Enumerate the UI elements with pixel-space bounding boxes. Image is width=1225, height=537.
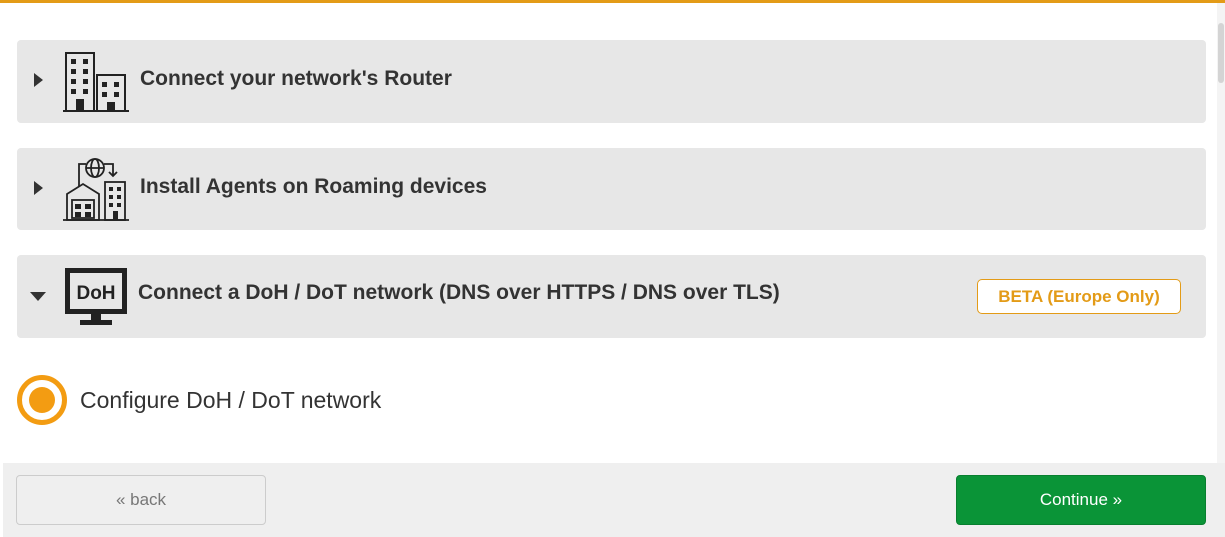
- section-roaming-agents[interactable]: Install Agents on Roaming devices: [17, 148, 1206, 230]
- section-doh-dot[interactable]: DoH Connect a DoH / DoT network (DNS ove…: [17, 255, 1206, 338]
- caret-right-icon: [34, 181, 43, 195]
- radio-selected-dot: [29, 387, 55, 413]
- top-accent-bar: [0, 0, 1225, 3]
- radio-button[interactable]: [17, 375, 67, 425]
- section-router[interactable]: Connect your network's Router: [17, 40, 1206, 123]
- footer-bar: « back Continue »: [3, 463, 1225, 537]
- doh-icon-text: DoH: [76, 283, 115, 304]
- caret-down-icon: [30, 292, 46, 301]
- caret-right-icon: [34, 73, 43, 87]
- section-title: Install Agents on Roaming devices: [140, 175, 487, 198]
- section-title: Connect your network's Router: [140, 67, 452, 90]
- configure-doh-dot-option[interactable]: Configure DoH / DoT network: [17, 375, 437, 425]
- roaming-devices-network-icon: [63, 158, 129, 221]
- scrollbar-track[interactable]: [1217, 3, 1225, 463]
- doh-monitor-icon: DoH: [65, 268, 127, 325]
- scrollbar-thumb[interactable]: [1218, 23, 1224, 83]
- continue-button[interactable]: Continue »: [956, 475, 1206, 525]
- back-button[interactable]: « back: [16, 475, 266, 525]
- radio-label: Configure DoH / DoT network: [80, 387, 382, 413]
- beta-badge: BETA (Europe Only): [977, 279, 1181, 314]
- section-title: Connect a DoH / DoT network (DNS over HT…: [138, 281, 780, 304]
- office-buildings-icon: [63, 52, 129, 112]
